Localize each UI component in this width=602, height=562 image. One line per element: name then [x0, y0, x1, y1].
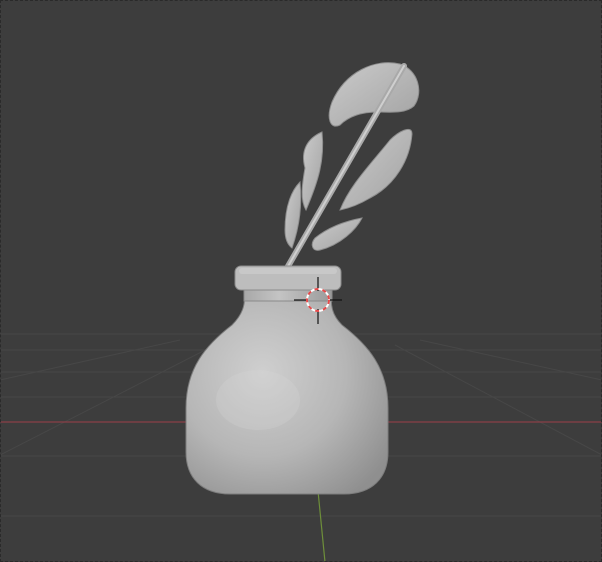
viewport-scene[interactable] — [0, 0, 602, 562]
inkwell-bottle[interactable] — [185, 265, 389, 495]
quill-feather[interactable] — [284, 62, 420, 271]
3d-viewport[interactable] — [0, 0, 602, 562]
